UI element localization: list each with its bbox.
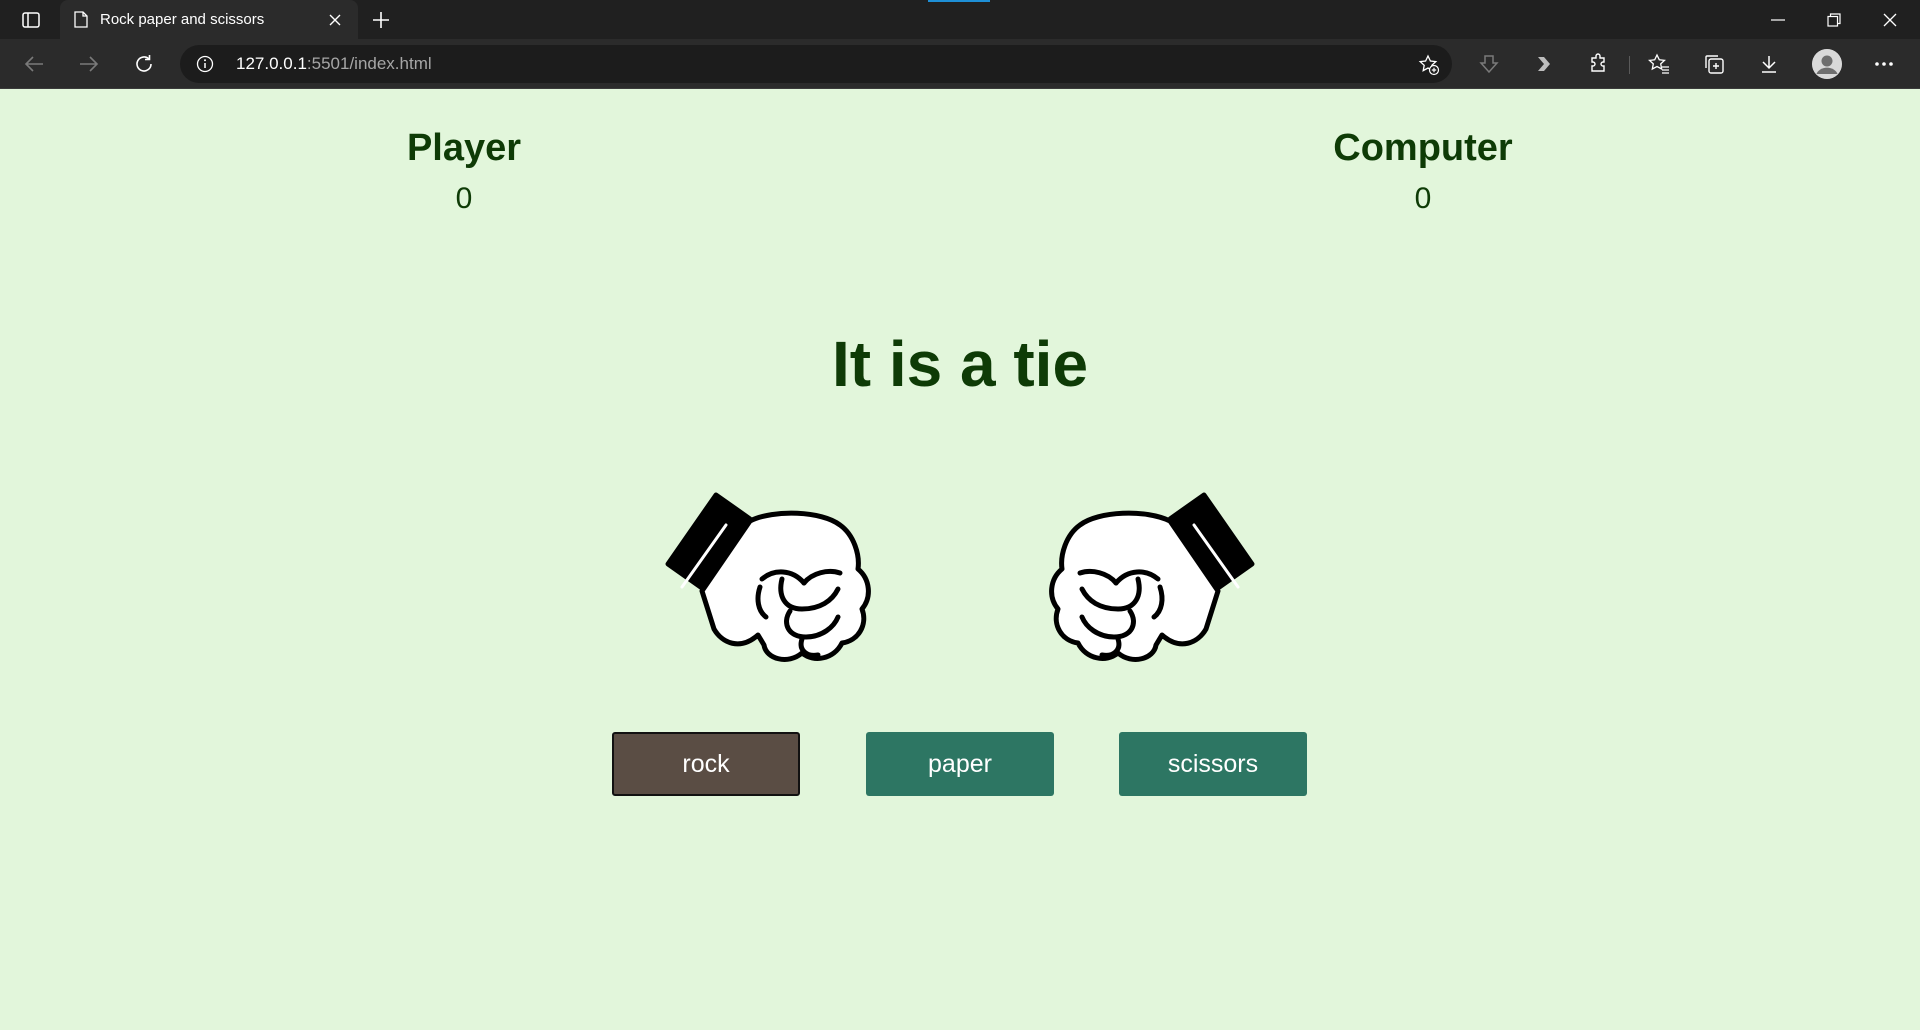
browser-toolbar: 127.0.0.1:5501/index.html bbox=[0, 39, 1920, 89]
computer-rock-fist-icon bbox=[1049, 492, 1255, 662]
site-info-icon[interactable] bbox=[194, 53, 216, 75]
favorites-icon bbox=[1648, 53, 1669, 74]
close-icon bbox=[329, 14, 341, 25]
forward-extension-button[interactable] bbox=[1526, 47, 1562, 81]
address-bar[interactable]: 127.0.0.1:5501/index.html bbox=[180, 45, 1452, 83]
forward-arrow-icon bbox=[80, 56, 99, 72]
down-arrow-extension-icon bbox=[1479, 55, 1499, 74]
downloads-button[interactable] bbox=[1751, 47, 1787, 81]
computer-score: 0 bbox=[1414, 182, 1432, 215]
player-score: 0 bbox=[455, 182, 473, 215]
puzzle-icon bbox=[1591, 53, 1605, 72]
chevron-extension-icon bbox=[1538, 57, 1550, 71]
player-score-panel: Player 0 bbox=[314, 127, 614, 216]
forward-button[interactable] bbox=[71, 47, 107, 81]
collections-icon bbox=[1705, 55, 1724, 74]
page-icon bbox=[74, 11, 88, 28]
browser-tab[interactable]: Rock paper and scissors bbox=[60, 0, 358, 39]
tab-title: Rock paper and scissors bbox=[100, 11, 265, 28]
rock-button[interactable]: rock bbox=[612, 732, 800, 796]
more-dots-icon bbox=[1875, 62, 1893, 66]
close-window-button[interactable] bbox=[1862, 0, 1918, 39]
close-window-icon bbox=[1883, 13, 1897, 26]
scissors-button[interactable]: scissors bbox=[1119, 732, 1307, 796]
player-label: Player bbox=[406, 127, 522, 169]
extensions-button[interactable] bbox=[1581, 47, 1617, 81]
back-button[interactable] bbox=[16, 47, 52, 81]
download-arrow-extension-button[interactable] bbox=[1471, 47, 1507, 81]
toolbar-separator bbox=[1629, 56, 1630, 74]
computer-label: Computer bbox=[1333, 127, 1513, 169]
url-text[interactable]: 127.0.0.1:5501/index.html bbox=[236, 54, 432, 74]
url-path: :5501/index.html bbox=[306, 54, 432, 73]
computer-score-panel: Computer 0 bbox=[1273, 127, 1573, 216]
restore-button[interactable] bbox=[1806, 0, 1862, 39]
plus-icon bbox=[373, 12, 389, 28]
result-message: It is a tie bbox=[831, 328, 1089, 400]
game-page: Player 0 Computer 0 It is a tie rock pap… bbox=[0, 89, 1920, 1030]
refresh-icon bbox=[136, 55, 152, 72]
tab-actions-button[interactable] bbox=[14, 6, 48, 34]
browser-tab-strip: Rock paper and scissors bbox=[0, 0, 1920, 39]
url-host: 127.0.0.1 bbox=[236, 54, 307, 73]
add-favorite-button[interactable] bbox=[1416, 52, 1442, 78]
settings-more-button[interactable] bbox=[1866, 47, 1902, 81]
back-arrow-icon bbox=[24, 56, 43, 72]
favorites-button[interactable] bbox=[1641, 47, 1677, 81]
paper-button[interactable]: paper bbox=[866, 732, 1054, 796]
profile-avatar[interactable] bbox=[1812, 49, 1842, 79]
tab-actions-icon bbox=[22, 12, 40, 28]
restore-icon bbox=[1827, 12, 1841, 27]
minimize-icon bbox=[1771, 18, 1785, 21]
profile-icon bbox=[1812, 49, 1842, 79]
collections-button[interactable] bbox=[1696, 47, 1732, 81]
tab-close-button[interactable] bbox=[324, 9, 346, 31]
new-tab-button[interactable] bbox=[366, 6, 396, 34]
player-rock-fist-icon bbox=[665, 492, 871, 662]
refresh-button[interactable] bbox=[126, 47, 162, 81]
tab-strip-indicator bbox=[928, 0, 990, 2]
minimize-button[interactable] bbox=[1750, 0, 1806, 39]
star-add-icon bbox=[1418, 54, 1440, 76]
download-icon bbox=[1762, 56, 1776, 73]
